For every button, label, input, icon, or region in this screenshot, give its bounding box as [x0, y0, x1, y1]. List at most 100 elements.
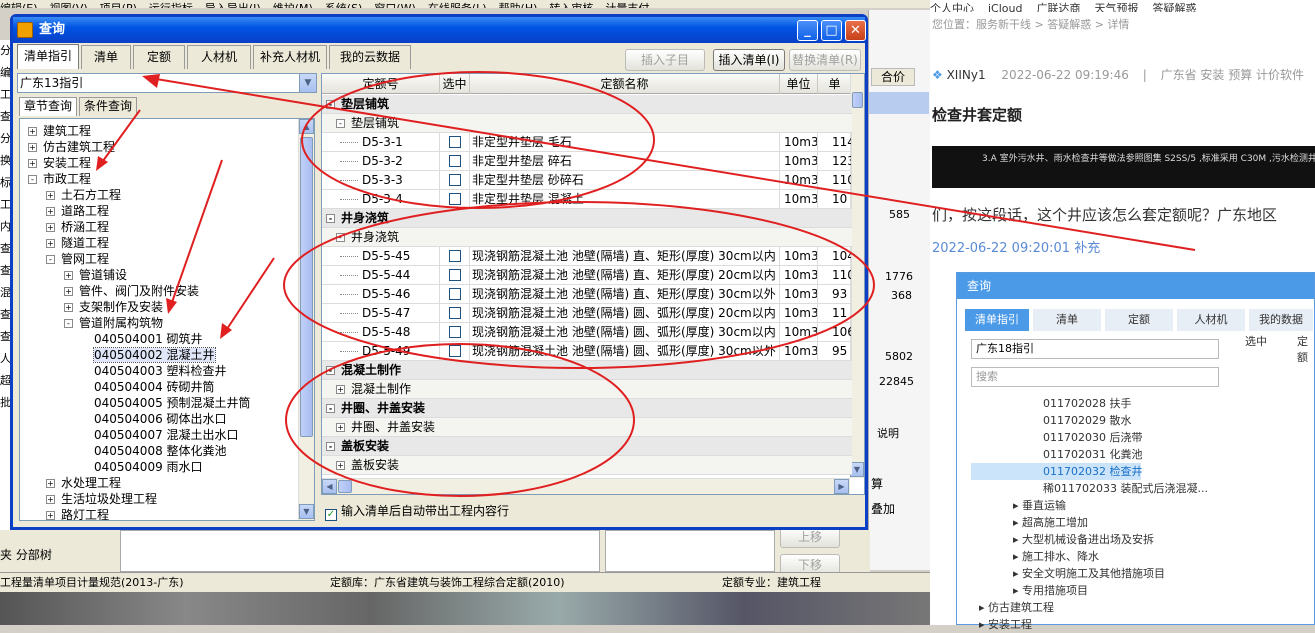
quota-row[interactable]: D5-5-46 现浇钢筋混凝土池 池壁(隔墙) 直、矩形(厚度) 30cm以外 10…: [322, 285, 852, 304]
collapse-icon[interactable]: -: [28, 175, 37, 184]
collapse-icon[interactable]: -: [326, 214, 335, 223]
expand-icon[interactable]: +: [46, 495, 55, 504]
select-checkbox[interactable]: [448, 307, 461, 319]
select-checkbox[interactable]: [448, 193, 461, 205]
expand-icon[interactable]: +: [46, 479, 55, 488]
expand-icon[interactable]: +: [46, 207, 55, 216]
expand-icon[interactable]: +: [46, 223, 55, 232]
auto-include-checkbox[interactable]: ✓: [325, 509, 337, 521]
tree-node[interactable]: + 管件、阀门及附件安装: [64, 283, 199, 299]
tree-node[interactable]: + 道路工程: [46, 203, 109, 219]
menu-item[interactable]: 帮助(H): [499, 2, 538, 8]
grid-scroll-thumb[interactable]: [852, 92, 863, 108]
expand-icon[interactable]: +: [46, 511, 55, 520]
tree-node[interactable]: 040504002 混凝土井: [93, 347, 216, 363]
tree-node[interactable]: + 路灯工程: [46, 507, 109, 520]
chevron-down-icon[interactable]: ▼: [299, 74, 316, 92]
scroll-down-icon[interactable]: ▼: [299, 504, 314, 519]
bookmark-link[interactable]: 答疑解惑: [1152, 2, 1196, 12]
tree-node[interactable]: 040504008 整体化粪池: [94, 443, 227, 459]
scroll-thumb[interactable]: [300, 137, 313, 437]
menu-item[interactable]: 转入审核: [549, 2, 593, 8]
collapse-icon[interactable]: -: [326, 404, 335, 413]
tree-node[interactable]: - 管网工程: [46, 251, 109, 267]
quota-row[interactable]: D5-3-2 非定型井垫层 碎石10m3123: [322, 152, 852, 171]
select-checkbox[interactable]: [448, 250, 461, 262]
col-selected[interactable]: 选中: [440, 74, 470, 94]
quota-group-row[interactable]: - 井身浇筑: [322, 209, 852, 228]
tree-node[interactable]: + 建筑工程: [28, 123, 91, 139]
col-unit[interactable]: 单位: [780, 74, 818, 94]
select-checkbox[interactable]: [448, 155, 461, 167]
expand-icon[interactable]: +: [46, 191, 55, 200]
tree-node[interactable]: + 管道铺设: [64, 267, 127, 283]
quota-group-row[interactable]: - 垫层铺筑: [322, 114, 852, 133]
grid-hscrollbar[interactable]: ◀ ▶: [322, 478, 850, 494]
expand-icon[interactable]: +: [64, 271, 73, 280]
minimize-icon[interactable]: _: [797, 20, 818, 41]
quota-row[interactable]: D5-3-4 非定型井垫层 混凝土 10m3 10: [322, 190, 852, 209]
library-select[interactable]: 广东13指引 ▼: [17, 73, 317, 93]
menu-item[interactable]: 系统(S): [325, 2, 363, 8]
author-name[interactable]: XIINy1: [947, 68, 986, 82]
expand-icon[interactable]: +: [28, 127, 37, 136]
tab-list-guide[interactable]: 清单指引: [17, 44, 79, 69]
grid-hscroll-thumb[interactable]: [338, 480, 352, 493]
auto-include-option[interactable]: ✓ 输入清单后自动带出工程内容行: [325, 503, 509, 521]
tree-node[interactable]: 040504007 混凝土出水口: [94, 427, 239, 443]
expand-icon[interactable]: +: [64, 287, 73, 296]
tree-node[interactable]: + 支架制作及安装: [64, 299, 163, 315]
maximize-icon[interactable]: □: [821, 20, 842, 41]
menu-item[interactable]: 导入导出(I): [205, 2, 261, 8]
grid-vscrollbar[interactable]: ▼: [850, 74, 864, 478]
tree-node[interactable]: + 仿古建筑工程: [28, 139, 115, 155]
collapse-icon[interactable]: -: [336, 119, 345, 128]
scroll-left-icon[interactable]: ◀: [322, 479, 337, 494]
bookmark-link[interactable]: iCloud: [988, 2, 1022, 12]
expand-icon[interactable]: +: [64, 303, 73, 312]
quota-row[interactable]: D5-5-48 现浇钢筋混凝土池 池壁(隔墙) 圆、弧形(厚度) 30cm以内 10…: [322, 323, 852, 342]
bookmark-link[interactable]: 广联达商: [1036, 2, 1080, 12]
tree-node[interactable]: 040504003 塑料检查井: [94, 363, 227, 379]
quota-group-row[interactable]: + 井圈、井盖安装: [322, 418, 852, 437]
col-price[interactable]: 单: [818, 74, 852, 94]
quota-group-row[interactable]: - 盖板安装: [322, 437, 852, 456]
background-menubar[interactable]: 编辑(E) 视图(V) 项目(P) 运行指标 导入导出(I) 维护(M) 系统(S) 窗口(W…: [0, 0, 930, 8]
quota-row[interactable]: D5-5-44 现浇钢筋混凝土池 池壁(隔墙) 直、矩形(厚度) 20cm以内 10…: [322, 266, 852, 285]
tab-list[interactable]: 清单: [81, 45, 131, 69]
collapse-icon[interactable]: -: [326, 442, 335, 451]
quota-group-row[interactable]: + 混凝土制作: [322, 380, 852, 399]
bottom-tabs[interactable]: 夹 分部树: [0, 546, 52, 563]
menu-item[interactable]: 运行指标: [149, 2, 193, 8]
col-quota-name[interactable]: 定额名称: [470, 74, 780, 94]
dialog-titlebar[interactable]: 查询 _ □ ✕: [13, 17, 866, 43]
insert-child-button[interactable]: 插入子目: [625, 49, 705, 71]
select-checkbox[interactable]: [448, 174, 461, 186]
collapse-icon[interactable]: -: [336, 233, 345, 242]
quota-row[interactable]: D5-5-45 现浇钢筋混凝土池 池壁(隔墙) 直、矩形(厚度) 30cm以内 10…: [322, 247, 852, 266]
scroll-up-icon[interactable]: ▲: [299, 119, 314, 134]
menu-item[interactable]: 窗口(W): [374, 2, 415, 8]
collapse-icon[interactable]: -: [326, 100, 335, 109]
select-checkbox[interactable]: [448, 288, 461, 300]
tree-node[interactable]: + 生活垃圾处理工程: [46, 491, 157, 507]
tab-quota[interactable]: 定额: [133, 45, 185, 69]
scroll-right-icon[interactable]: ▶: [834, 479, 849, 494]
menu-item[interactable]: 在线服务(L): [428, 2, 487, 8]
bookmark-link[interactable]: 天气预报: [1094, 2, 1138, 12]
tree-node[interactable]: 040504009 雨水口: [94, 459, 203, 475]
replace-list-button[interactable]: 替换清单(R): [789, 49, 861, 71]
menu-item[interactable]: 维护(M): [273, 2, 313, 8]
col-quota-code[interactable]: 定额号: [322, 74, 440, 94]
tab-extra-materials[interactable]: 补充人材机: [253, 45, 327, 69]
tree-node[interactable]: 040504005 预制混凝土井筒: [94, 395, 251, 411]
close-icon[interactable]: ✕: [845, 20, 866, 41]
expand-icon[interactable]: +: [336, 461, 345, 470]
menu-item[interactable]: 视图(V): [50, 2, 88, 8]
tree-node[interactable]: 040504004 砖砌井筒: [94, 379, 215, 395]
collapse-icon[interactable]: -: [64, 319, 73, 328]
expand-icon[interactable]: +: [336, 423, 345, 432]
insert-list-button[interactable]: 插入清单(I): [713, 49, 785, 71]
expand-icon[interactable]: +: [28, 143, 37, 152]
quota-row[interactable]: D5-3-1 非定型井垫层 毛石10m3114: [322, 133, 852, 152]
